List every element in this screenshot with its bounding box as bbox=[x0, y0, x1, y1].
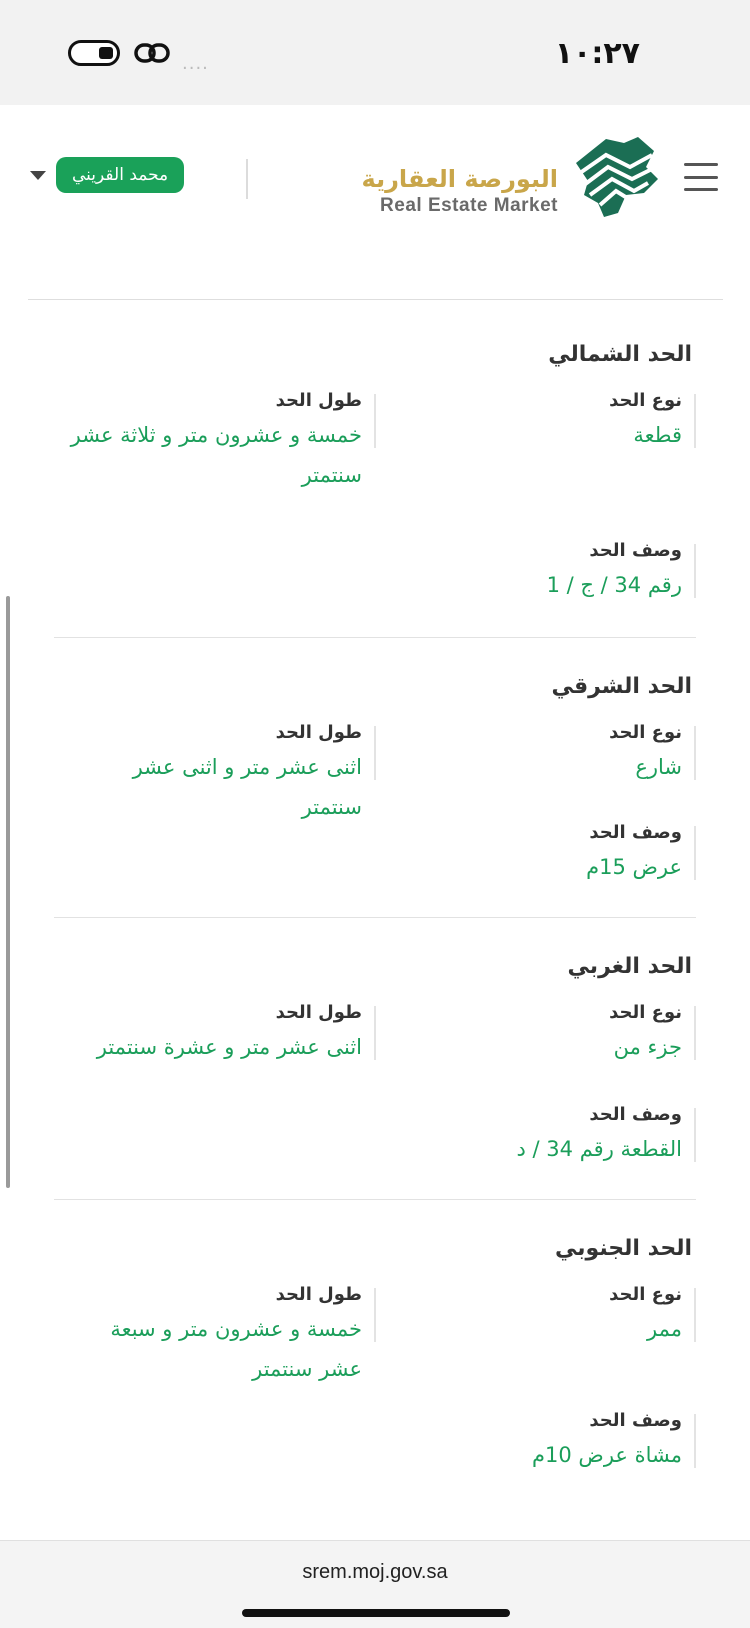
boundary-length: طول الحد خمسة و عشرون متر و ثلاثة عشر سن… bbox=[66, 390, 376, 495]
logo-title-ar: البورصة العقارية bbox=[361, 165, 558, 193]
boundary-description: وصف الحد رقم 34 / ج / 1 bbox=[376, 540, 696, 605]
boundary-length: طول الحد اثنى عشر متر و عشرة سنتمتر bbox=[66, 1002, 376, 1067]
field-label: وصف الحد bbox=[589, 1410, 682, 1431]
boundary-title: الحد الشمالي bbox=[548, 342, 692, 367]
boundary-type: نوع الحد شارع bbox=[376, 722, 696, 787]
boundary-title: الحد الشرقي bbox=[551, 674, 692, 699]
field-label: طول الحد bbox=[275, 390, 362, 411]
boundary-type: نوع الحد ممر bbox=[376, 1284, 696, 1349]
signal-icon: ···· bbox=[182, 58, 209, 79]
field-label: نوع الحد bbox=[609, 1284, 682, 1305]
battery-icon bbox=[68, 40, 120, 66]
boundary-length: طول الحد اثنى عشر متر و اثنى عشر سنتمتر bbox=[66, 722, 376, 827]
boundary-description: وصف الحد عرض 15م bbox=[376, 822, 696, 887]
field-value: جزء من bbox=[613, 1035, 682, 1059]
logo-title-en: Real Estate Market bbox=[380, 195, 558, 216]
field-value: رقم 34 / ج / 1 bbox=[546, 573, 682, 597]
home-indicator[interactable] bbox=[242, 1609, 510, 1617]
url-text[interactable]: srem.moj.gov.sa bbox=[0, 1561, 750, 1584]
field-label: طول الحد bbox=[275, 722, 362, 743]
status-bar: ···· ١٠:٢٧ bbox=[0, 0, 750, 105]
field-label: وصف الحد bbox=[589, 822, 682, 843]
logo-icon bbox=[576, 137, 658, 217]
field-label: طول الحد bbox=[275, 1002, 362, 1023]
user-name: محمد القريني bbox=[72, 165, 169, 185]
boundary-west: الحد الغربي نوع الحد جزء من طول الحد اثن… bbox=[54, 918, 696, 1200]
site-header: البورصة العقارية Real Estate Market محمد… bbox=[0, 105, 750, 300]
field-value: قطعة bbox=[633, 423, 682, 447]
field-label: طول الحد bbox=[275, 1284, 362, 1305]
scrollbar[interactable] bbox=[6, 596, 10, 1188]
field-value: عرض 15م bbox=[586, 855, 682, 879]
status-time: ١٠:٢٧ bbox=[554, 36, 640, 71]
field-value: اثنى عشر متر و اثنى عشر سنتمتر bbox=[132, 755, 362, 819]
field-label: نوع الحد bbox=[609, 1002, 682, 1023]
boundary-north: الحد الشمالي نوع الحد قطعة طول الحد خمسة… bbox=[54, 300, 696, 638]
link-icon bbox=[134, 43, 170, 63]
chevron-down-icon[interactable] bbox=[30, 171, 46, 180]
field-value: القطعة رقم 34 / د bbox=[516, 1137, 683, 1161]
boundary-description: وصف الحد القطعة رقم 34 / د bbox=[376, 1104, 696, 1169]
field-value: مشاة عرض 10م bbox=[532, 1443, 682, 1467]
boundary-type: نوع الحد جزء من bbox=[376, 1002, 696, 1067]
field-label: نوع الحد bbox=[609, 722, 682, 743]
field-value: خمسة و عشرون متر و سبعة عشر سنتمتر bbox=[110, 1317, 362, 1381]
boundary-type: نوع الحد قطعة bbox=[376, 390, 696, 455]
field-label: وصف الحد bbox=[589, 1104, 682, 1125]
browser-address-bar: srem.moj.gov.sa bbox=[0, 1540, 750, 1628]
boundary-title: الحد الجنوبي bbox=[555, 1236, 692, 1261]
header-divider bbox=[246, 159, 248, 199]
boundary-length: طول الحد خمسة و عشرون متر و سبعة عشر سنت… bbox=[66, 1284, 376, 1389]
user-menu-button[interactable]: محمد القريني bbox=[56, 157, 185, 193]
boundary-description: وصف الحد مشاة عرض 10م bbox=[376, 1410, 696, 1475]
field-value: ممر bbox=[647, 1317, 682, 1341]
field-label: نوع الحد bbox=[609, 390, 682, 411]
menu-icon[interactable] bbox=[684, 163, 718, 191]
boundary-title: الحد الغربي bbox=[567, 954, 692, 979]
field-value: خمسة و عشرون متر و ثلاثة عشر سنتمتر bbox=[70, 423, 362, 487]
field-value: اثنى عشر متر و عشرة سنتمتر bbox=[96, 1035, 362, 1059]
boundary-east: الحد الشرقي نوع الحد شارع طول الحد اثنى … bbox=[54, 638, 696, 918]
field-value: شارع bbox=[635, 755, 682, 779]
field-label: وصف الحد bbox=[589, 540, 682, 561]
boundaries-section: الحد الشمالي نوع الحد قطعة طول الحد خمسة… bbox=[54, 300, 696, 1530]
boundary-south: الحد الجنوبي نوع الحد ممر طول الحد خمسة … bbox=[54, 1200, 696, 1530]
